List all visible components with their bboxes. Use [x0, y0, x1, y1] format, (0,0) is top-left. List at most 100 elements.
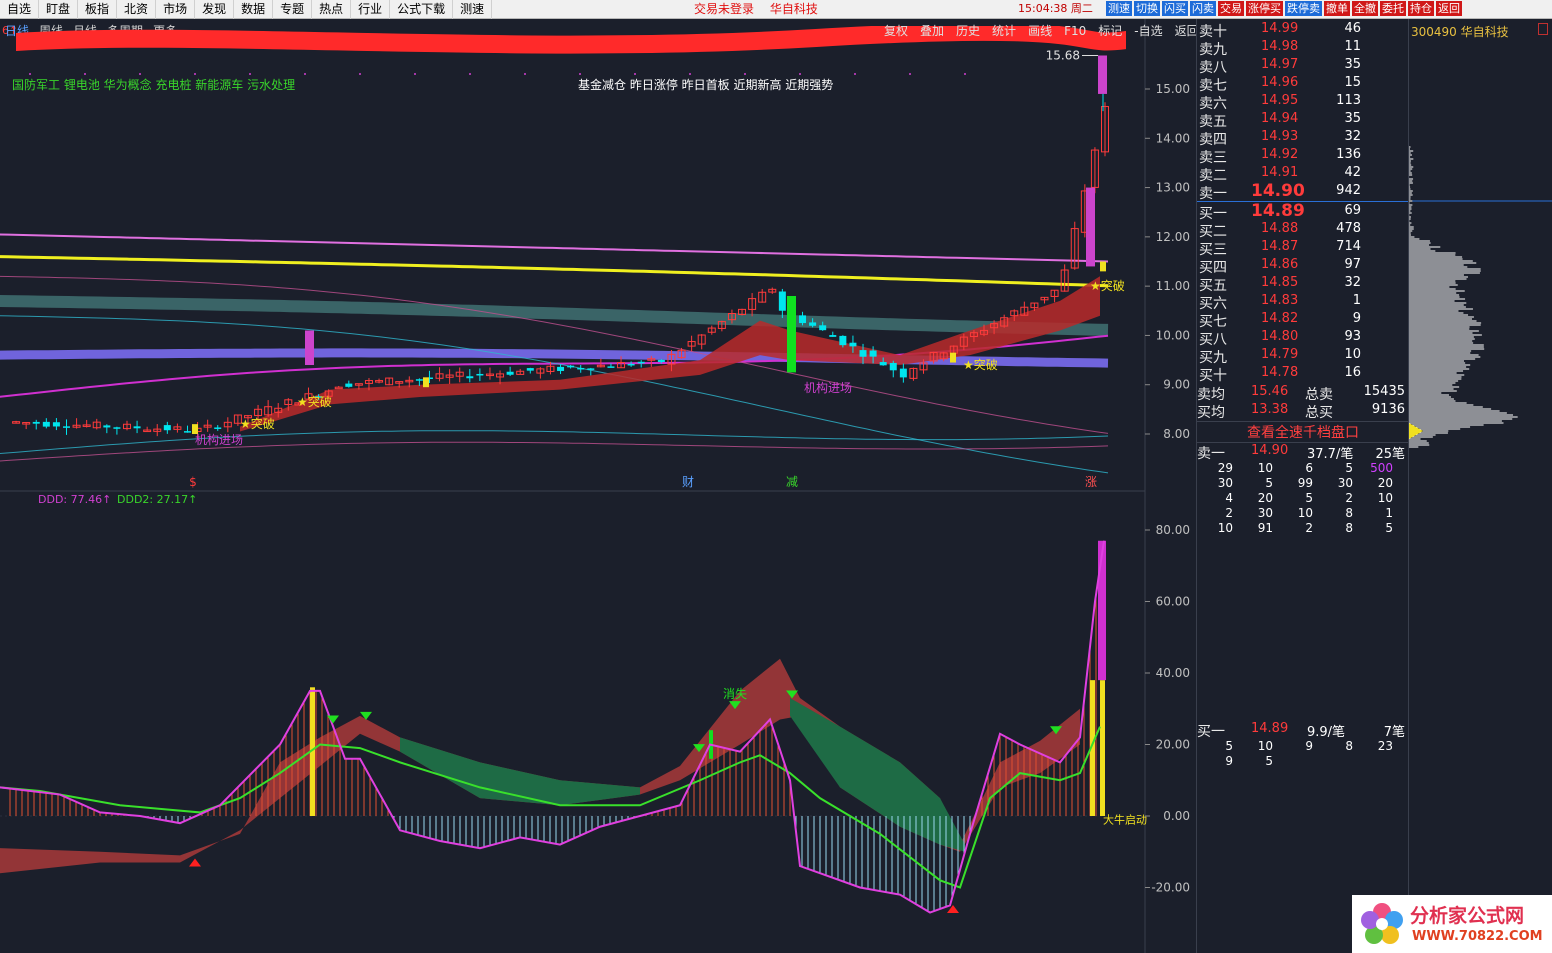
queue-cell: 2 — [1225, 506, 1233, 520]
breakout-label: ★突破 — [240, 416, 275, 431]
indicator-tick-label: 60.00 — [1156, 595, 1190, 609]
tool-button-2[interactable]: 闪买 — [1162, 1, 1188, 16]
tool-button-8[interactable]: 全撤 — [1352, 1, 1378, 16]
asks-row[interactable]: 卖六 14.95 113 — [1197, 93, 1409, 112]
queue-cell: 5 — [1385, 521, 1393, 535]
asks-price: 14.96 — [1261, 75, 1299, 90]
menu-item-9[interactable]: 行业 — [351, 0, 391, 19]
bids-row[interactable]: 买十 14.78 16 — [1197, 365, 1409, 384]
tool-button-0[interactable]: 测速 — [1106, 1, 1132, 16]
tool-button-1[interactable]: 切换 — [1134, 1, 1160, 16]
menu-item-0[interactable]: 自选 — [0, 0, 40, 19]
yellow-signal-bar — [1100, 261, 1106, 272]
sell-avg-value: 15.46 — [1251, 384, 1289, 399]
candle-down — [627, 363, 635, 366]
toolbar: 测速 切换 闪买 闪卖 交易 涨停买 跌停卖 撤单 全撤 委托 持仓 返回 — [1106, 1, 1464, 16]
menu-item-8[interactable]: 热点 — [312, 0, 352, 19]
tool-button-6[interactable]: 跌停卖 — [1285, 1, 1322, 16]
candle-down — [657, 359, 665, 362]
candle-down — [133, 426, 141, 429]
signal-dot — [744, 73, 746, 75]
candle-down — [163, 425, 171, 431]
bids-row[interactable]: 买八 14.80 93 — [1197, 329, 1409, 348]
ask1_queue-queue-avg: 37.7/笔 — [1307, 447, 1354, 462]
tool-button-9[interactable]: 委托 — [1380, 1, 1406, 16]
bids-row[interactable]: 买一 14.89 69 — [1197, 201, 1409, 222]
bids-row[interactable]: 买七 14.82 9 — [1197, 311, 1409, 330]
bids-row[interactable]: 买四 14.86 97 — [1197, 257, 1409, 276]
asks-volume: 42 — [1344, 165, 1361, 180]
menu-item-5[interactable]: 发现 — [195, 0, 235, 19]
asks-row[interactable]: 卖一 14.90 942 — [1197, 181, 1409, 202]
menu-item-6[interactable]: 数据 — [234, 0, 274, 19]
chart-tab-3[interactable]: 统计 — [986, 22, 1022, 40]
chart-tab-0[interactable]: 复权 — [878, 22, 914, 40]
tool-button-10[interactable]: 持仓 — [1408, 1, 1434, 16]
bids-price: 14.83 — [1261, 293, 1299, 308]
concept-tags[interactable]: 国防军工 锂电池 华为概念 充电桩 新能源车 污水处理 — [12, 76, 295, 93]
asks-label: 卖二 — [1199, 168, 1227, 184]
signal-dot — [689, 73, 691, 75]
asks-row[interactable]: 卖九 14.98 11 — [1197, 39, 1409, 58]
event-marker[interactable]: 减 — [786, 475, 798, 489]
candle-down — [899, 368, 907, 378]
menu-item-4[interactable]: 市场 — [156, 0, 196, 19]
asks-row[interactable]: 卖十 14.99 46 — [1197, 21, 1409, 40]
tool-button-11[interactable]: 返回 — [1436, 1, 1462, 16]
asks-row[interactable]: 卖三 14.92 136 — [1197, 147, 1409, 166]
tool-button-4[interactable]: 交易 — [1218, 1, 1244, 16]
asks-price: 14.92 — [1261, 147, 1299, 162]
bids-price: 14.79 — [1261, 347, 1299, 362]
menu-item-10[interactable]: 公式下载 — [390, 0, 454, 19]
chart-tab-4[interactable]: 画线 — [1022, 22, 1058, 40]
asks-volume: 11 — [1344, 39, 1361, 54]
menu-item-11[interactable]: 测速 — [453, 0, 493, 19]
menu-item-7[interactable]: 专题 — [273, 0, 313, 19]
chart-tab-5[interactable]: F10 — [1058, 22, 1092, 40]
event-marker[interactable]: 涨 — [1085, 474, 1097, 489]
buy-total-label: 总买 — [1305, 405, 1333, 421]
bids-row[interactable]: 买九 14.79 10 — [1197, 347, 1409, 366]
candle-down — [607, 366, 615, 368]
chart-tab-6[interactable]: 标记 — [1092, 22, 1128, 40]
tool-button-3[interactable]: 闪卖 — [1190, 1, 1216, 16]
menu-item-1[interactable]: 盯盘 — [39, 0, 79, 19]
bids-row[interactable]: 买三 14.87 714 — [1197, 239, 1409, 258]
bids-row[interactable]: 买五 14.85 32 — [1197, 275, 1409, 294]
indicator-tick-label: 20.00 — [1156, 738, 1190, 752]
top-stock-name: 华自科技 — [769, 2, 818, 16]
asks-row[interactable]: 卖七 14.96 15 — [1197, 75, 1409, 94]
asks-volume: 32 — [1344, 129, 1361, 144]
bid1_queue-queue-avg: 9.9/笔 — [1307, 725, 1346, 740]
bids-price: 14.78 — [1261, 365, 1299, 380]
event-marker[interactable]: $ — [189, 475, 197, 489]
bids-volume: 69 — [1344, 203, 1361, 218]
asks-row[interactable]: 卖八 14.97 35 — [1197, 57, 1409, 76]
asks-price: 14.93 — [1261, 129, 1299, 144]
bids-row[interactable]: 买二 14.88 478 — [1197, 221, 1409, 240]
menu-item-3[interactable]: 北资 — [117, 0, 157, 19]
asks-row[interactable]: 卖五 14.94 35 — [1197, 111, 1409, 130]
event-tags[interactable]: 基金减仓 昨日涨停 昨日首板 近期新高 近期强势 — [578, 76, 833, 93]
event-marker[interactable]: 财 — [682, 475, 694, 489]
queue-cell: 5 — [1265, 476, 1273, 490]
candle-down — [476, 373, 484, 376]
asks-row[interactable]: 卖四 14.93 32 — [1197, 129, 1409, 148]
menu-item-2[interactable]: 板指 — [78, 0, 118, 19]
depth-panel: 300490 华自科技 — [1408, 19, 1552, 953]
signal-dot — [854, 73, 856, 75]
view-all-orders-button[interactable]: 查看全速千档盘口 — [1197, 421, 1409, 443]
chart-tab-7[interactable]: -自选 — [1128, 22, 1168, 40]
candle-limit-up — [1086, 187, 1095, 267]
tool-button-5[interactable]: 涨停买 — [1246, 1, 1283, 16]
bids-volume: 97 — [1344, 257, 1361, 272]
trade-login-status[interactable]: 交易未登录 — [694, 2, 754, 16]
tool-button-7[interactable]: 撤单 — [1324, 1, 1350, 16]
chart-canvas[interactable]: 15.0014.0013.0012.0011.0010.009.008.0015… — [0, 19, 1196, 953]
buy-stat-row: 买均 13.38 总买 9136 — [1197, 402, 1409, 421]
bids-row[interactable]: 买六 14.83 1 — [1197, 293, 1409, 312]
chart-tab-1[interactable]: 叠加 — [914, 22, 950, 40]
chart-tab-2[interactable]: 历史 — [950, 22, 986, 40]
sell-stat-row: 卖均 15.46 总卖 15435 — [1197, 384, 1409, 403]
asks-price: 14.91 — [1261, 165, 1299, 180]
